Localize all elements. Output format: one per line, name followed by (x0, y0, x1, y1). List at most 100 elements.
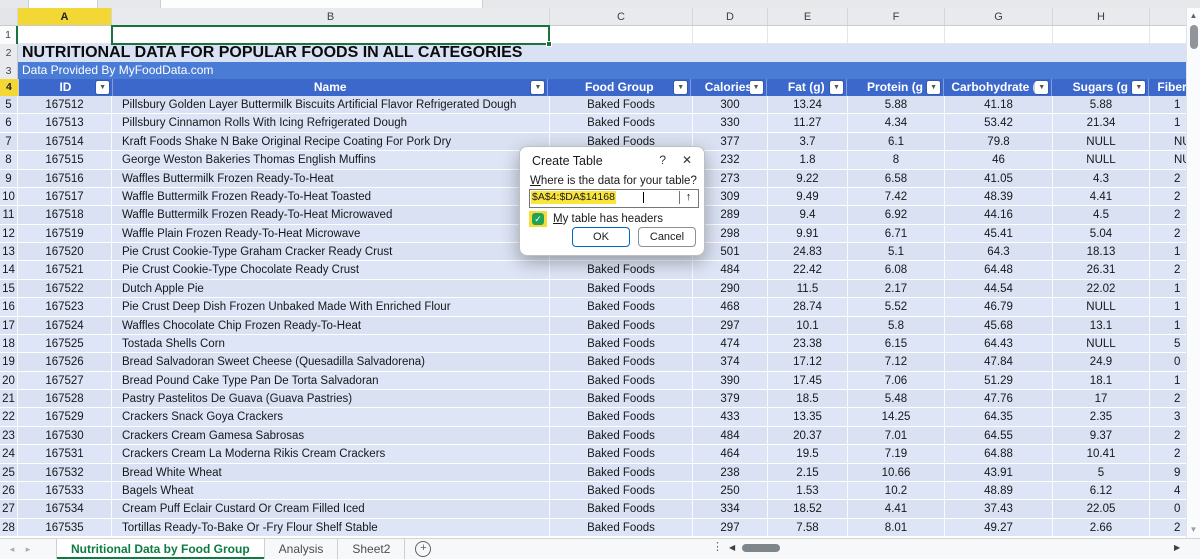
column-header-protein[interactable]: Protein (g▼ (847, 79, 944, 96)
cell-group[interactable]: Baked Foods (550, 500, 693, 518)
cell-group[interactable]: Baked Foods (550, 464, 693, 482)
filter-dropdown-icon[interactable]: ▼ (830, 81, 843, 94)
cell-name[interactable]: Pie Crust Deep Dish Frozen Unbaked Made … (112, 298, 550, 316)
cell-fat[interactable]: 13.35 (768, 408, 848, 426)
cell-name[interactable]: Tortillas Ready-To-Bake Or -Fry Flour Sh… (112, 519, 550, 537)
cell-id[interactable]: 167521 (18, 261, 112, 279)
cell-fat[interactable]: 11.27 (768, 114, 848, 132)
add-sheet-icon[interactable]: + (415, 541, 431, 557)
cell-protein[interactable]: 10.2 (848, 482, 945, 500)
row-number-16[interactable]: 16 (0, 298, 18, 316)
ok-button[interactable]: OK (572, 227, 630, 247)
cell-protein[interactable]: 4.34 (848, 114, 945, 132)
filter-dropdown-icon[interactable]: ▼ (1035, 81, 1048, 94)
column-header-calories[interactable]: Calories▼ (691, 79, 766, 96)
cell-sugars[interactable]: 6.12 (1053, 482, 1150, 500)
cell-name[interactable]: Bread Salvadoran Sweet Cheese (Quesadill… (112, 353, 550, 371)
cell-name[interactable]: Crackers Cream Gamesa Sabrosas (112, 427, 550, 445)
cell-carb[interactable]: 45.68 (945, 317, 1053, 335)
fill-handle[interactable] (546, 41, 552, 47)
selected-cell-outline[interactable] (111, 25, 550, 45)
column-header-e[interactable]: E (768, 8, 848, 25)
cell-carb[interactable]: 48.39 (945, 188, 1053, 206)
scroll-right-icon[interactable]: ▶ (1174, 543, 1180, 552)
row-number-3[interactable]: 3 (0, 62, 18, 80)
cell-name[interactable]: Waffle Buttermilk Frozen Ready-To-Heat T… (112, 188, 550, 206)
cell-id[interactable]: 167517 (18, 188, 112, 206)
cell-carb[interactable]: 44.54 (945, 280, 1053, 298)
cell-fat[interactable]: 1.53 (768, 482, 848, 500)
cell-carb[interactable]: 48.89 (945, 482, 1053, 500)
cell-carb[interactable]: 41.18 (945, 96, 1053, 114)
cell-group[interactable]: Baked Foods (550, 298, 693, 316)
horizontal-scroll-thumb[interactable] (742, 544, 780, 552)
cell-carb[interactable]: 37.43 (945, 500, 1053, 518)
cell-name[interactable]: Pie Crust Cookie-Type Graham Cracker Rea… (112, 243, 550, 261)
cell-protein[interactable]: 14.25 (848, 408, 945, 426)
cell-carb[interactable]: 47.84 (945, 353, 1053, 371)
cell-name[interactable]: Dutch Apple Pie (112, 280, 550, 298)
scrollbar-splitter-icon[interactable]: ⋮ (712, 540, 723, 553)
cell-sugars[interactable]: 22.02 (1053, 280, 1150, 298)
cell-group[interactable]: Baked Foods (550, 372, 693, 390)
cell-fat[interactable]: 18.5 (768, 390, 848, 408)
cell-calories[interactable]: 374 (693, 353, 768, 371)
cell-sugars[interactable]: NULL (1053, 298, 1150, 316)
sheet-title-row[interactable]: NUTRITIONAL DATA FOR POPULAR FOODS IN AL… (18, 44, 1200, 62)
cell-id[interactable]: 167516 (18, 170, 112, 188)
range-selector-icon[interactable]: ↑ (679, 191, 697, 204)
headers-checkbox[interactable]: ✓ (532, 213, 544, 225)
prev-sheet-icon[interactable]: ◂ (4, 539, 20, 559)
row-number-17[interactable]: 17 (0, 317, 18, 335)
cell-id[interactable]: 167514 (18, 133, 112, 151)
filter-dropdown-icon[interactable]: ▼ (96, 81, 109, 94)
cell-sugars[interactable]: 4.5 (1053, 206, 1150, 224)
cell-calories[interactable]: 300 (693, 96, 768, 114)
row-number-20[interactable]: 20 (0, 372, 18, 390)
row-number-28[interactable]: 28 (0, 519, 18, 537)
cell-group[interactable]: Baked Foods (550, 519, 693, 537)
row-number-12[interactable]: 12 (0, 225, 18, 243)
cell-protein[interactable]: 5.1 (848, 243, 945, 261)
cell-fat[interactable]: 9.49 (768, 188, 848, 206)
cell-id[interactable]: 167530 (18, 427, 112, 445)
cell-name[interactable]: Tostada Shells Corn (112, 335, 550, 353)
cell-id[interactable]: 167520 (18, 243, 112, 261)
empty-cell[interactable] (18, 26, 112, 44)
empty-cell[interactable] (1053, 26, 1150, 44)
cell-sugars[interactable]: 24.9 (1053, 353, 1150, 371)
row-number-24[interactable]: 24 (0, 445, 18, 463)
cell-name[interactable]: George Weston Bakeries Thomas English Mu… (112, 151, 550, 169)
filter-dropdown-icon[interactable]: ▼ (927, 81, 940, 94)
column-header-g[interactable]: G (945, 8, 1053, 25)
cell-fat[interactable]: 28.74 (768, 298, 848, 316)
cell-id[interactable]: 167518 (18, 206, 112, 224)
cell-protein[interactable]: 5.52 (848, 298, 945, 316)
cell-sugars[interactable]: 10.41 (1053, 445, 1150, 463)
cell-protein[interactable]: 8 (848, 151, 945, 169)
cell-id[interactable]: 167513 (18, 114, 112, 132)
cell-id[interactable]: 167528 (18, 390, 112, 408)
cell-sugars[interactable]: NULL (1053, 151, 1150, 169)
cell-calories[interactable]: 377 (693, 133, 768, 151)
cell-fat[interactable]: 3.7 (768, 133, 848, 151)
cell-protein[interactable]: 5.88 (848, 96, 945, 114)
filter-dropdown-icon[interactable]: ▼ (674, 81, 687, 94)
cell-name[interactable]: Crackers Snack Goya Crackers (112, 408, 550, 426)
row-number-1[interactable]: 1 (0, 26, 18, 45)
tab-analysis[interactable]: Analysis (265, 539, 339, 559)
cell-carb[interactable]: 64.55 (945, 427, 1053, 445)
cell-id[interactable]: 167529 (18, 408, 112, 426)
row-number-21[interactable]: 21 (0, 390, 18, 408)
cell-protein[interactable]: 10.66 (848, 464, 945, 482)
cell-calories[interactable]: 297 (693, 519, 768, 537)
cell-sugars[interactable]: 5.88 (1053, 96, 1150, 114)
cell-calories[interactable]: 433 (693, 408, 768, 426)
cell-fat[interactable]: 17.45 (768, 372, 848, 390)
cell-name[interactable]: Kraft Foods Shake N Bake Original Recipe… (112, 133, 550, 151)
cell-fat[interactable]: 23.38 (768, 335, 848, 353)
column-header-sugars[interactable]: Sugars (g▼ (1052, 79, 1149, 96)
cell-id[interactable]: 167526 (18, 353, 112, 371)
cell-name[interactable]: Pillsbury Golden Layer Buttermilk Biscui… (112, 96, 550, 114)
cell-name[interactable]: Bread White Wheat (112, 464, 550, 482)
